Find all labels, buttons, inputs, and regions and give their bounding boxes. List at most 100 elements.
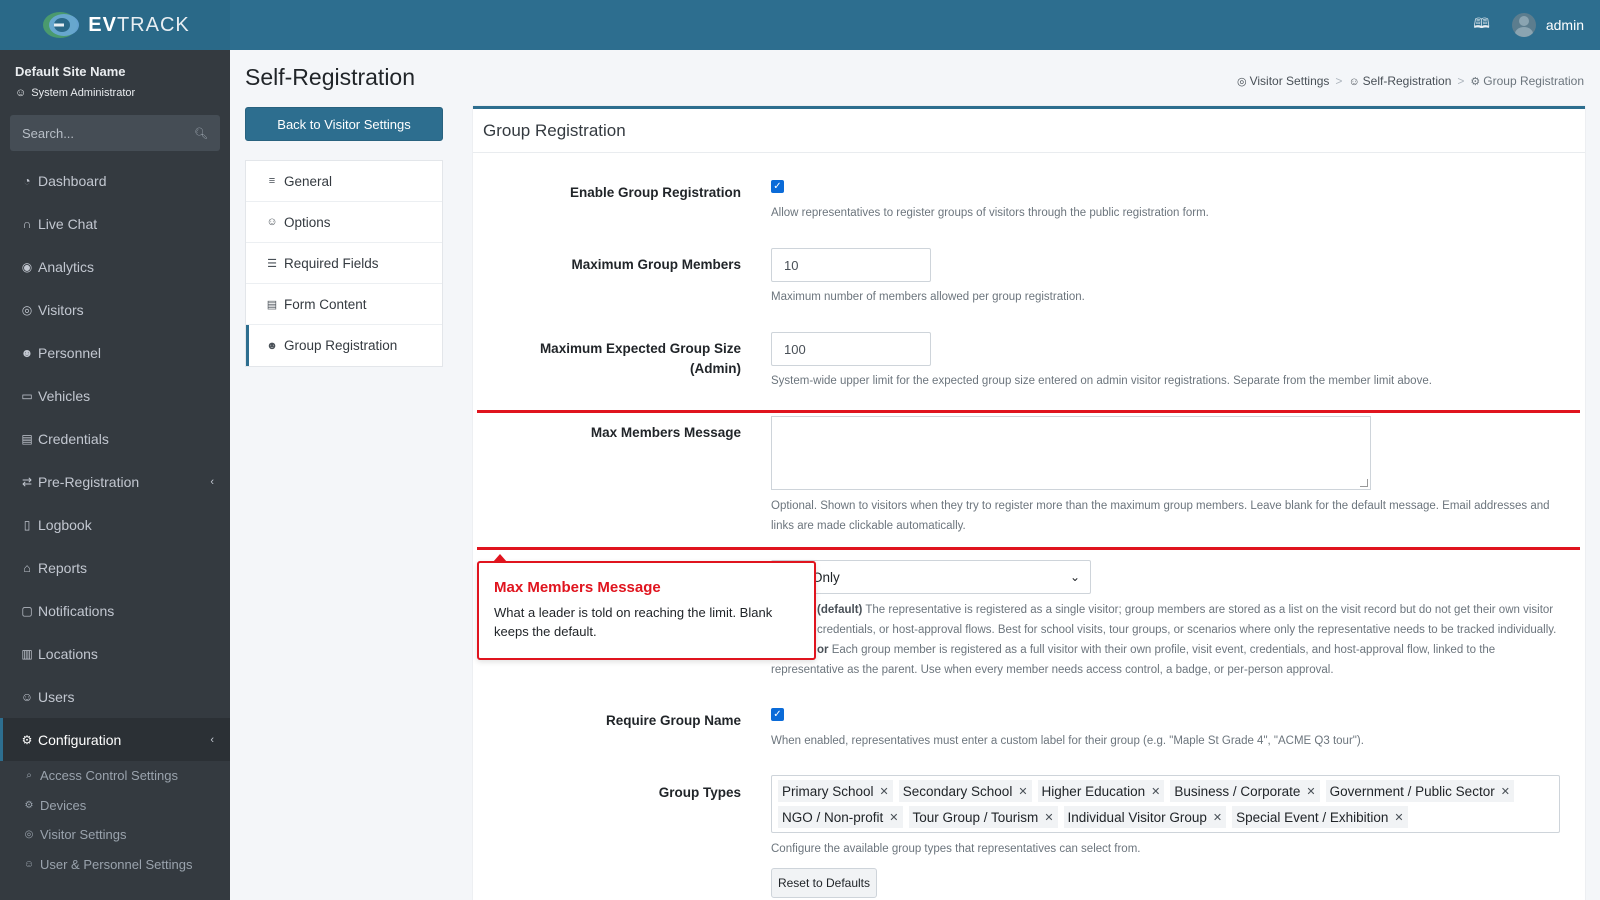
site-name: Default Site Name: [15, 64, 126, 79]
breadcrumb-item-self-registration[interactable]: ☺ Self-Registration: [1348, 74, 1451, 88]
back-to-visitor-settings-button[interactable]: Back to Visitor Settings: [245, 107, 443, 141]
sliders-icon: ≡: [268, 175, 276, 187]
card-title: Group Registration: [473, 109, 1585, 153]
sidebar-item-vehicles[interactable]: ▭ Vehicles: [0, 374, 230, 417]
tag-label: Government / Public Sector: [1329, 783, 1495, 799]
breadcrumb-item-group-registration: ⚙ Group Registration: [1470, 74, 1584, 88]
max-members-message-label: Max Members Message: [590, 425, 741, 440]
sidebar-subitem-visitor-settings[interactable]: ◎ Visitor Settings: [0, 820, 230, 850]
tag-label: NGO / Non-profit: [782, 809, 884, 825]
tag-label: Secondary School: [902, 783, 1013, 799]
gear-icon: ⚙: [24, 799, 34, 811]
remove-tag-icon[interactable]: ✕: [1394, 811, 1403, 824]
max-group-members-label: Maximum Group Members: [571, 257, 741, 272]
group-mode-help-line4: representative as the parent. Use when e…: [771, 664, 1334, 676]
max-members-message-textarea[interactable]: [771, 416, 1371, 490]
sidebar-item-pre-registration[interactable]: ⇄ Pre-Registration ‹: [0, 460, 230, 503]
enable-group-registration-checkbox[interactable]: ✓: [771, 180, 784, 193]
user-icon: ☺: [15, 87, 27, 99]
subnav-item-form-content[interactable]: ▤ Form Content: [246, 284, 442, 325]
sidebar-subitem-label: Access Control Settings: [40, 768, 179, 784]
sidebar-item-logbook[interactable]: ▯ Logbook: [0, 503, 230, 546]
sidebar-item-dashboard[interactable]: ◔ Dashboard: [0, 159, 230, 202]
subnav-item-options[interactable]: ☺ Options: [246, 202, 442, 243]
max-expected-group-size-label: Maximum Expected Group Size (Admin): [476, 339, 741, 379]
remove-tag-icon[interactable]: ✕: [880, 785, 889, 798]
require-group-name-label: Require Group Name: [605, 713, 741, 728]
headset-icon: ∩: [22, 216, 32, 231]
breadcrumb: ◎ Visitor Settings > ☺ Self-Registration >…: [1237, 74, 1584, 88]
sidebar-item-credentials[interactable]: ▤ Credentials: [0, 417, 230, 460]
sidebar-subitem-user-personnel[interactable]: ☺ User & Personnel Settings: [0, 850, 230, 880]
subnav-item-general[interactable]: ≡ General: [246, 161, 442, 202]
remove-tag-icon[interactable]: ✕: [1044, 811, 1053, 824]
remove-tag-icon[interactable]: ✕: [1501, 785, 1510, 798]
max-group-members-input[interactable]: 10: [771, 248, 931, 282]
max-expected-group-size-input[interactable]: 100: [771, 332, 931, 366]
remove-tag-icon[interactable]: ✕: [889, 811, 898, 824]
group-mode-select[interactable]: Only ⌄: [771, 560, 1091, 594]
sidebar-item-label: Reports: [38, 559, 88, 576]
search-icon[interactable]: 🔍︎: [194, 127, 208, 140]
subnav-item-label: Required Fields: [284, 255, 379, 271]
sidebar-subitem-devices[interactable]: ⚙ Devices: [0, 791, 230, 821]
max-expected-label-line1: Maximum Expected Group Size: [539, 341, 741, 356]
remove-tag-icon[interactable]: ✕: [1151, 785, 1160, 798]
callout-body: What a leader is told on reaching the li…: [494, 605, 773, 639]
remove-tag-icon[interactable]: ✕: [1018, 785, 1027, 798]
remove-tag-icon[interactable]: ✕: [1213, 811, 1222, 824]
reset-to-defaults-button[interactable]: Reset to Defaults: [771, 868, 877, 898]
sidebar-item-label: Visitors: [38, 301, 84, 318]
sidebar-item-reports[interactable]: ⌂ Reports: [0, 546, 230, 589]
group-types-tags-input[interactable]: Primary School ✕ Secondary School ✕ Higher…: [771, 775, 1560, 833]
target-icon: ◉: [21, 259, 33, 274]
sidebar-item-notifications[interactable]: ▢ Notifications: [0, 589, 230, 632]
user-menu[interactable]: admin: [1511, 13, 1584, 37]
subnav-item-label: Group Registration: [284, 338, 398, 353]
sidebar-item-personnel[interactable]: ☻ Personnel: [0, 331, 230, 374]
chevron-down-icon: ⌄: [1069, 570, 1080, 584]
sidebar-item-users[interactable]: ☺ Users: [0, 675, 230, 718]
sidebar-item-configuration[interactable]: ⚙ Configuration ‹: [0, 718, 230, 761]
sidebar-subitem-label: Devices: [40, 797, 87, 813]
require-group-name-help: When enabled, representatives must enter…: [771, 735, 1364, 747]
sidebar-search-input[interactable]: Search... 🔍︎: [10, 115, 220, 151]
group-mode-help-line3: or Each group member is registered as a …: [771, 640, 1571, 660]
gauge-icon: ◔: [23, 173, 31, 188]
max-members-message-help-line2: links are made clickable automatically.: [771, 520, 966, 532]
eye-icon: ◎: [24, 829, 34, 841]
sidebar-item-live-chat[interactable]: ∩ Live Chat: [0, 202, 230, 245]
brand-logo[interactable]: EVTRACK: [0, 0, 230, 50]
breadcrumb-label: Self-Registration: [1362, 74, 1452, 88]
breadcrumb-separator: >: [1457, 74, 1465, 88]
sidebar-item-label: Logbook: [38, 516, 92, 533]
user-gear-icon: ☺: [1348, 76, 1360, 88]
docs-book-icon[interactable]: 🕮: [1473, 13, 1490, 37]
group-mode-help-line1: (default) The representative is register…: [771, 600, 1571, 620]
subnav-item-required-fields[interactable]: ☰ Required Fields: [246, 243, 442, 284]
max-members-message-help-line1: Optional. Shown to visitors when they tr…: [771, 500, 1550, 512]
tag-chip: Government / Public Sector ✕: [1325, 780, 1514, 802]
sidebar-item-visitors[interactable]: ◎ Visitors: [0, 288, 230, 331]
sidebar-subitem-access-control[interactable]: ⌕ Access Control Settings: [0, 761, 230, 791]
sidebar-item-analytics[interactable]: ◉ Analytics: [0, 245, 230, 288]
site-role-label: System Administrator: [31, 87, 136, 99]
subnav-item-label: Form Content: [284, 296, 367, 312]
tag-chip: Special Event / Exhibition ✕: [1232, 806, 1408, 828]
group-types-help: Configure the available group types that…: [771, 843, 1141, 855]
sidebar-item-locations[interactable]: ▥ Locations: [0, 632, 230, 675]
sidebar-subitem-label: Visitor Settings: [40, 827, 127, 843]
require-group-name-checkbox[interactable]: ✓: [771, 708, 784, 721]
car-icon: ▭: [21, 388, 33, 403]
users-icon: ☺: [20, 689, 34, 704]
sidebar-nav: ◔ Dashboard ∩ Live Chat ◉ Analytics ◎ Visito…: [0, 159, 230, 879]
max-members-message-help: Optional. Shown to visitors when they tr…: [771, 496, 1561, 536]
group-mode-help-text: The representative is registered as a si…: [862, 604, 1554, 616]
subnav-item-label: Options: [284, 214, 331, 230]
evtrack-logo-icon: [43, 12, 80, 38]
breadcrumb-item-visitor-settings[interactable]: ◎ Visitor Settings: [1237, 74, 1329, 88]
tag-chip: Individual Visitor Group ✕: [1063, 806, 1227, 828]
bell-icon: ▢: [21, 603, 33, 618]
subnav-item-group-registration[interactable]: ☻ Group Registration: [246, 325, 442, 366]
remove-tag-icon[interactable]: ✕: [1306, 785, 1315, 798]
